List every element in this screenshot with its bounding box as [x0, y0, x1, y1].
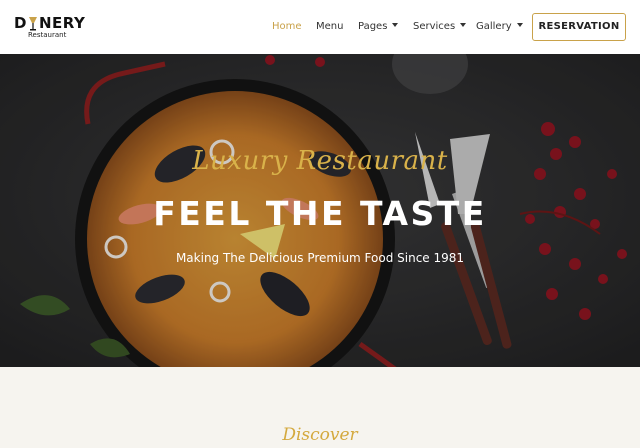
- site-header: D NERY Restaurant Home Menu Pages Servic…: [0, 0, 640, 54]
- nav-item-label: Pages: [358, 21, 388, 32]
- logo-text-left: D: [14, 14, 27, 32]
- reservation-button[interactable]: RESERVATION: [532, 13, 626, 41]
- nav-item-label: Home: [272, 21, 302, 32]
- chevron-down-icon: [516, 23, 523, 27]
- hero-script-title: Luxury Restaurant: [192, 146, 448, 176]
- chevron-down-icon: [460, 23, 467, 27]
- logo-subtitle: Restaurant: [28, 31, 67, 39]
- nav-item-home[interactable]: Home: [272, 20, 302, 34]
- discover-section: Discover: [0, 367, 640, 448]
- hero-banner: Luxury Restaurant FEEL THE TASTE Making …: [0, 54, 640, 367]
- hero-title: FEEL THE TASTE: [153, 194, 487, 233]
- logo-text-right: NERY: [38, 14, 86, 32]
- nav-item-label: Services: [413, 21, 456, 32]
- wine-glass-icon: [28, 16, 37, 30]
- nav-item-label: Menu: [316, 21, 344, 32]
- discover-heading: Discover: [282, 425, 358, 445]
- logo-wordmark: D NERY: [14, 14, 85, 32]
- chevron-down-icon: [392, 23, 399, 27]
- nav-item-services[interactable]: Services: [413, 20, 467, 34]
- logo[interactable]: D NERY Restaurant: [14, 14, 94, 40]
- nav-item-label: Gallery: [476, 21, 512, 32]
- nav-item-gallery[interactable]: Gallery: [476, 20, 523, 34]
- nav-item-menu[interactable]: Menu: [316, 20, 343, 34]
- nav-item-pages[interactable]: Pages: [358, 20, 399, 34]
- hero-subtitle: Making The Delicious Premium Food Since …: [175, 251, 465, 265]
